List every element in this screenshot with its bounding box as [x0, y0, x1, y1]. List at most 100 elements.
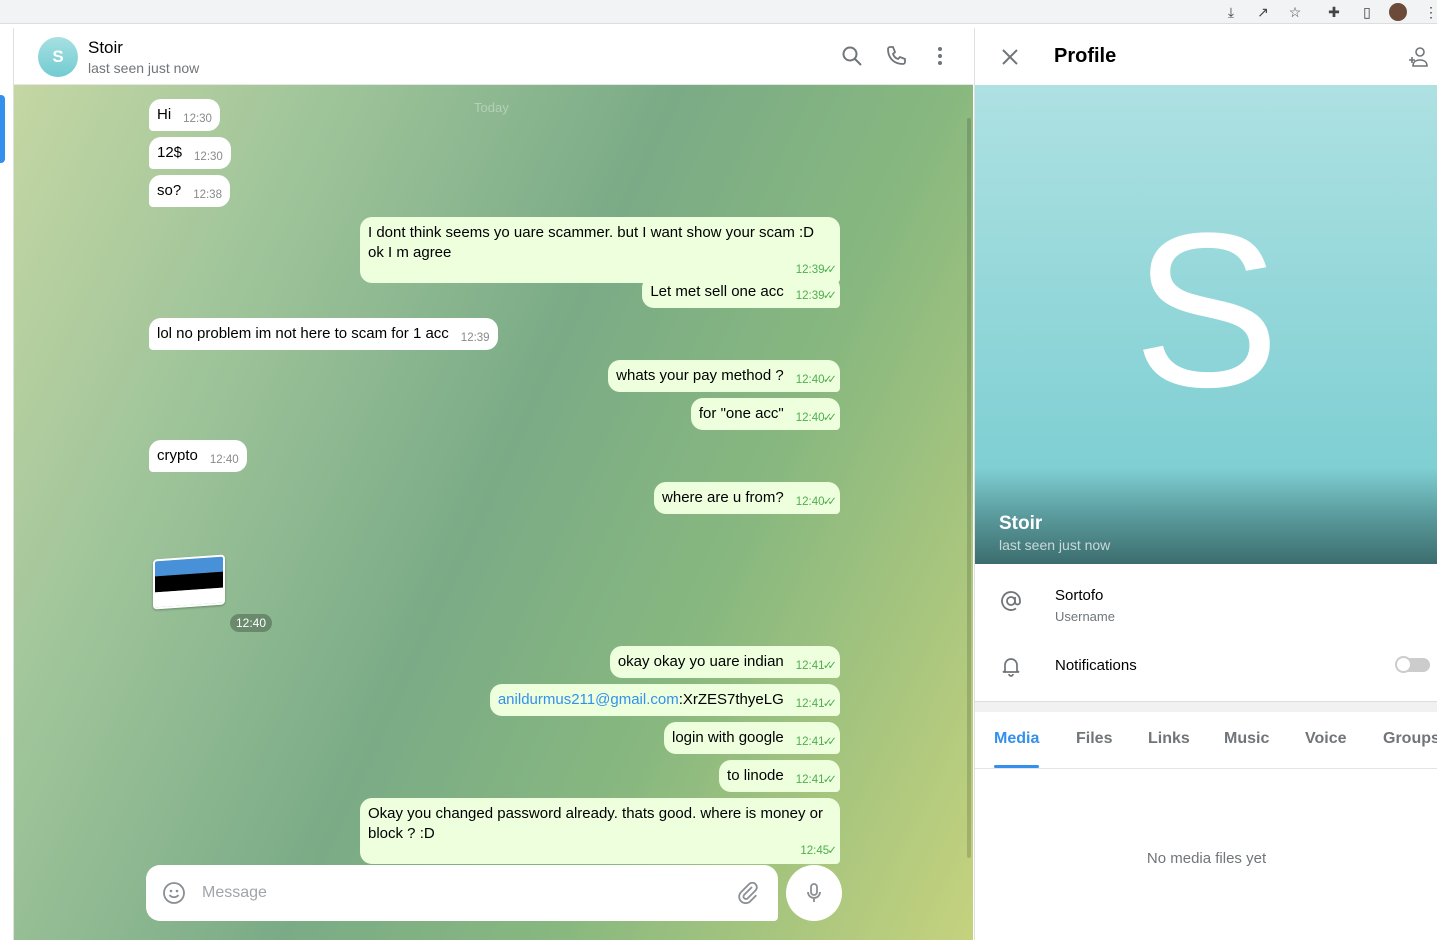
message-time: 12:39 ✓✓ [368, 263, 838, 277]
message-time: 12:45 ✓ [368, 844, 836, 858]
message-bubble[interactable]: login with google 12:41 ✓✓ [664, 722, 840, 754]
more-options-icon[interactable] [928, 44, 952, 68]
double-check-icon: ✓✓ [823, 290, 838, 302]
time-text: 12:40 [795, 496, 825, 508]
emoji-icon[interactable] [162, 881, 186, 905]
message-bubble[interactable]: where are u from? 12:40 ✓✓ [654, 482, 840, 514]
add-contact-icon[interactable] [1407, 45, 1431, 69]
estonia-flag-sticker[interactable] [153, 554, 225, 610]
message-bubble[interactable]: lol no problem im not here to scam for 1… [149, 318, 498, 350]
at-sign-icon [1001, 591, 1021, 611]
microphone-icon [807, 883, 821, 902]
install-app-icon[interactable]: ⤓ [1222, 3, 1240, 21]
message-time: 12:40 [210, 450, 239, 470]
double-check-icon: ✓✓ [823, 412, 838, 424]
time-text: 12:39 [795, 290, 825, 302]
message-bubble[interactable]: I dont think seems yo uare scammer. but … [360, 217, 840, 283]
media-tabs: Media Files Links Music Voice Groups [975, 712, 1437, 769]
share-icon[interactable]: ↗ [1254, 3, 1272, 21]
single-check-icon: ✓ [827, 845, 836, 857]
time-text: 12:39 [795, 264, 825, 276]
close-icon[interactable] [1000, 47, 1020, 67]
browser-menu-icon[interactable]: ⋮ [1424, 3, 1437, 21]
message-bubble[interactable]: okay okay yo uare indian 12:41 ✓✓ [609, 646, 840, 678]
message-text: Okay you changed password already. thats… [368, 805, 823, 842]
double-check-icon: ✓✓ [823, 264, 838, 276]
message-bubble[interactable]: Let met sell one acc 12:39 ✓✓ [642, 276, 840, 308]
message-text: for "one acc" [698, 405, 784, 422]
message-text: Hi [157, 106, 172, 123]
message-time: 12:41 ✓✓ [796, 656, 838, 676]
message-bubble[interactable]: to linode 12:41 ✓✓ [719, 760, 840, 792]
message-bubble[interactable]: 12$ 12:30 [149, 137, 231, 169]
message-text: so? [157, 182, 182, 199]
avatar[interactable]: S [38, 37, 78, 77]
message-time: 12:30 [194, 147, 223, 167]
message-time: 12:40 ✓✓ [795, 370, 838, 390]
message-input[interactable]: Message [202, 884, 267, 902]
message-text: anildurmus211@gmail.com:XrZES7thyeLG [498, 690, 784, 710]
double-check-icon: ✓✓ [823, 736, 838, 748]
tab-groups[interactable]: Groups [1383, 730, 1437, 748]
message-time: 12:41 ✓✓ [796, 732, 838, 752]
double-check-icon: ✓✓ [823, 660, 838, 672]
notifications-toggle[interactable] [1395, 656, 1430, 673]
phone-icon[interactable] [884, 44, 908, 68]
double-check-icon: ✓✓ [823, 496, 838, 508]
message-bubble[interactable]: so? 12:38 [149, 175, 230, 207]
empty-media-text: No media files yet [1146, 850, 1267, 867]
profile-panel: Profile S Stoir last seen just now Sorto… [974, 28, 1437, 940]
active-chat-indicator [0, 95, 5, 163]
message-bubble[interactable]: whats your pay method ? 12:40 ✓✓ [608, 360, 840, 392]
time-text: 12:41 [795, 698, 825, 710]
message-time: 12:41 ✓✓ [795, 694, 838, 714]
message-text: okay okay yo uare indian [617, 653, 784, 670]
chat-scrollbar[interactable] [967, 118, 971, 858]
message-text: Let met sell one acc [650, 283, 784, 300]
tab-voice[interactable]: Voice [1305, 730, 1347, 748]
message-time: 12:39 ✓✓ [795, 286, 838, 306]
chat-header[interactable]: S Stoir last seen just now [14, 28, 973, 85]
time-text: 12:30 [194, 151, 223, 163]
search-icon[interactable] [840, 44, 864, 68]
time-text: 12:40 [795, 412, 825, 424]
double-check-icon: ✓✓ [823, 774, 838, 786]
time-text: 12:41 [795, 774, 825, 786]
chat-name[interactable]: Stoir [88, 38, 123, 58]
username-value[interactable]: Sortofo [1055, 587, 1103, 604]
double-check-icon: ✓✓ [823, 698, 838, 710]
voice-record-button[interactable] [786, 865, 842, 921]
time-text: 12:40 [209, 454, 239, 466]
bell-icon [1002, 658, 1020, 677]
side-panel-icon[interactable]: ▯ [1358, 3, 1376, 21]
message-text: login with google [672, 729, 784, 746]
message-time: 12:30 [183, 109, 212, 129]
chat-area: Today Hi 12:30 12$ 12:30 so? 12:38 I dont thin… [14, 28, 973, 940]
message-bubble[interactable]: anildurmus211@gmail.com:XrZES7thyeLG 12:4… [489, 684, 840, 716]
avatar-letter: S [1133, 187, 1280, 433]
time-text: 12:45 [800, 845, 830, 857]
message-bubble[interactable]: for "one acc" 12:40 ✓✓ [690, 398, 840, 430]
message-text: 12$ [157, 144, 183, 161]
bookmark-star-icon[interactable]: ☆ [1286, 3, 1304, 21]
message-bubble[interactable]: crypto 12:40 [149, 440, 247, 472]
profile-avatar-large[interactable]: S Stoir last seen just now [975, 85, 1437, 564]
browser-toolbar: ⤓ ↗ ☆ ✚ ▯ ⋮ [0, 0, 1437, 24]
tab-files[interactable]: Files [1076, 730, 1112, 748]
message-text: lol no problem im not here to scam for 1… [157, 325, 449, 342]
time-text: 12:39 [460, 332, 490, 344]
time-text: 12:40 [795, 374, 825, 386]
tab-media[interactable]: Media [994, 730, 1040, 768]
chat-list-edge [0, 28, 14, 940]
flag-stripe-white [155, 587, 223, 608]
profile-avatar[interactable] [1389, 3, 1407, 21]
attach-icon[interactable] [736, 881, 760, 905]
tab-music[interactable]: Music [1224, 730, 1269, 748]
message-bubble[interactable]: Okay you changed password already. thats… [360, 798, 840, 864]
message-text: where are u from? [662, 489, 784, 506]
message-composer[interactable]: Message [146, 865, 778, 921]
extensions-icon[interactable]: ✚ [1325, 3, 1343, 21]
message-bubble[interactable]: Hi 12:30 [149, 99, 220, 131]
email-link[interactable]: anildurmus211@gmail.com [498, 691, 679, 708]
tab-links[interactable]: Links [1148, 730, 1190, 748]
